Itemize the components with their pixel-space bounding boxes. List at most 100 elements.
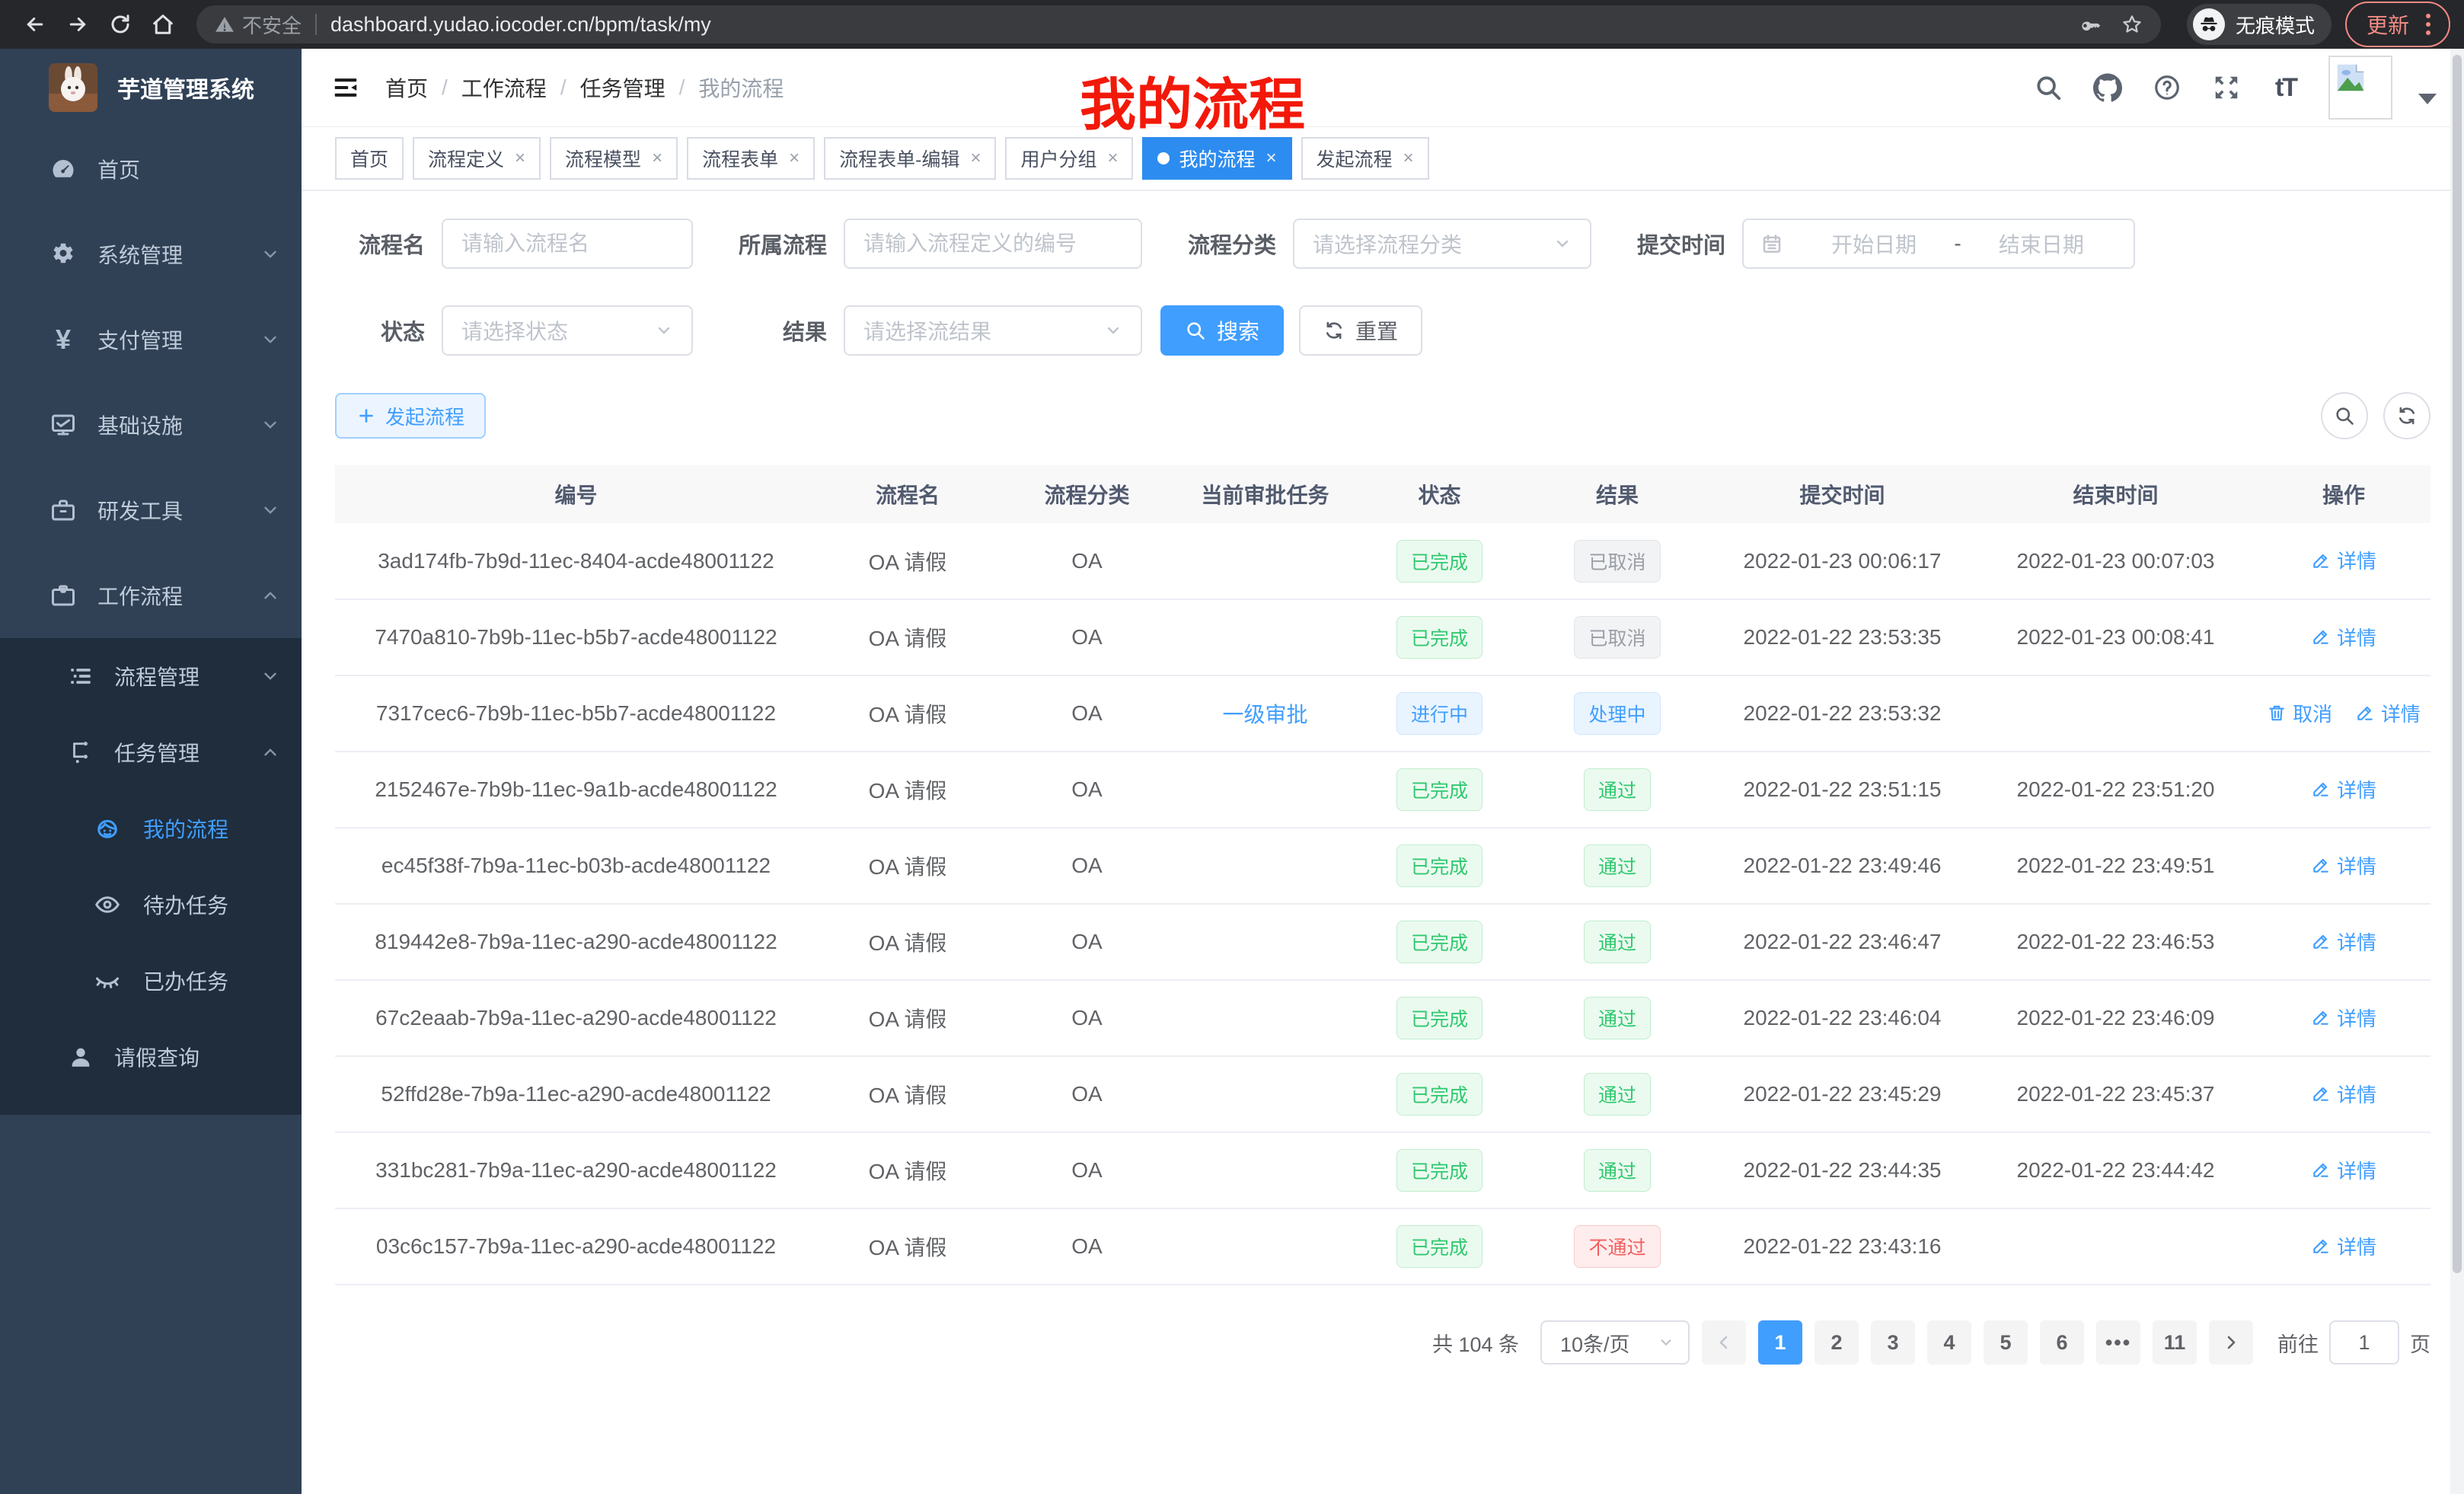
page-button-5[interactable]: 5: [1984, 1320, 2028, 1365]
refresh-button[interactable]: [2383, 392, 2430, 439]
breadcrumb-home[interactable]: 首页: [385, 72, 428, 103]
search-icon[interactable]: [2032, 71, 2065, 104]
result-badge: 处理中: [1574, 692, 1660, 735]
tab-process-definition[interactable]: 流程定义×: [413, 137, 541, 180]
start-process-button[interactable]: 发起流程: [335, 393, 486, 439]
scrollbar-thumb[interactable]: [2453, 55, 2462, 1273]
prev-page-button[interactable]: [1702, 1320, 1746, 1365]
page-button-6[interactable]: 6: [2040, 1320, 2084, 1365]
sidebar-item-leave-query[interactable]: 请假查询: [0, 1019, 302, 1095]
result-select[interactable]: 请选择流结果: [844, 305, 1142, 356]
sidebar-item-label: 已办任务: [143, 966, 280, 996]
main-area: 我的流程 首页 / 工作流程 / 任务管理 / 我的流程: [302, 49, 2464, 1494]
detail-link[interactable]: 详情: [2311, 927, 2376, 956]
category-select[interactable]: 请选择流程分类: [1293, 219, 1591, 269]
status-badge: 已完成: [1396, 540, 1483, 583]
breadcrumb-task-mgmt[interactable]: 任务管理: [580, 72, 665, 103]
avatar-dropdown-caret[interactable]: [2418, 94, 2437, 104]
browser-reload-icon[interactable]: [99, 8, 142, 41]
sidebar-item-payment[interactable]: ¥ 支付管理: [0, 297, 302, 382]
tab-home[interactable]: 首页: [335, 137, 404, 180]
breadcrumb-workflow[interactable]: 工作流程: [461, 72, 547, 103]
bookmark-star-icon[interactable]: [2121, 14, 2143, 35]
status-badge: 已完成: [1396, 768, 1483, 811]
sidebar-item-my-process[interactable]: 我的流程: [0, 790, 302, 867]
browser-menu-icon[interactable]: [2423, 12, 2434, 37]
sidebar-item-done-tasks[interactable]: 已办任务: [0, 943, 302, 1019]
detail-link[interactable]: 详情: [2311, 1004, 2376, 1032]
more-pages-button[interactable]: •••: [2096, 1320, 2140, 1365]
process-definition-input[interactable]: [844, 219, 1142, 269]
start-date-placeholder[interactable]: 开始日期: [1799, 228, 1949, 259]
tab-process-form[interactable]: 流程表单×: [687, 137, 815, 180]
tab-process-form-edit[interactable]: 流程表单-编辑×: [824, 137, 996, 180]
goto-page-input[interactable]: [2329, 1320, 2399, 1365]
app-logo: [49, 63, 97, 112]
security-warning-icon[interactable]: [215, 14, 235, 34]
next-page-button[interactable]: [2209, 1320, 2253, 1365]
cell-submit-time: 2022-01-22 23:53:35: [1710, 599, 1974, 675]
browser-home-icon[interactable]: [142, 8, 184, 41]
detail-link[interactable]: 详情: [2311, 851, 2376, 879]
sidebar-item-dev-tools[interactable]: 研发工具: [0, 468, 302, 553]
detail-link[interactable]: 详情: [2311, 1080, 2376, 1108]
sidebar-item-todo-tasks[interactable]: 待办任务: [0, 867, 302, 943]
update-label[interactable]: 更新: [2367, 9, 2409, 40]
detail-link[interactable]: 详情: [2311, 775, 2376, 803]
close-icon[interactable]: ×: [1266, 148, 1277, 169]
close-icon[interactable]: ×: [1403, 148, 1414, 169]
sidebar-item-home[interactable]: 首页: [0, 126, 302, 212]
sidebar-item-workflow[interactable]: 工作流程: [0, 553, 302, 638]
close-icon[interactable]: ×: [515, 148, 525, 169]
sidebar-fold-icon[interactable]: [327, 69, 364, 106]
page-button-3[interactable]: 3: [1871, 1320, 1915, 1365]
tab-my-process[interactable]: 我的流程×: [1142, 137, 1291, 180]
detail-link[interactable]: 详情: [2311, 1232, 2376, 1260]
page-button-1[interactable]: 1: [1758, 1320, 1802, 1365]
detail-link[interactable]: 详情: [2311, 546, 2376, 574]
tab-start-process[interactable]: 发起流程×: [1301, 137, 1429, 180]
process-name-input[interactable]: [442, 219, 693, 269]
sidebar-item-infrastructure[interactable]: 基础设施: [0, 382, 302, 468]
cell-task: [1176, 904, 1355, 980]
sidebar-item-task-mgmt[interactable]: 任务管理: [0, 714, 302, 790]
sidebar-item-system[interactable]: 系统管理: [0, 212, 302, 297]
scrollbar[interactable]: [2450, 49, 2464, 1494]
end-date-placeholder[interactable]: 结束日期: [1966, 228, 2117, 259]
app-logo-row[interactable]: 芋道管理系统: [0, 49, 302, 126]
address-bar[interactable]: 不安全 dashboard.yudao.iocoder.cn/bpm/task/…: [196, 5, 2161, 43]
status-select[interactable]: 请选择状态: [442, 305, 693, 356]
avatar[interactable]: [2328, 56, 2392, 120]
submit-time-range-picker[interactable]: 开始日期 - 结束日期: [1742, 219, 2135, 269]
sidebar-item-process-mgmt[interactable]: 流程管理: [0, 638, 302, 714]
page-button-4[interactable]: 4: [1927, 1320, 1971, 1365]
page-button-2[interactable]: 2: [1814, 1320, 1859, 1365]
close-icon[interactable]: ×: [1107, 148, 1118, 169]
github-icon[interactable]: [2091, 71, 2124, 104]
browser-forward-icon[interactable]: [56, 8, 99, 41]
page-button-11[interactable]: 11: [2153, 1320, 2197, 1365]
close-icon[interactable]: ×: [652, 148, 662, 169]
cell-submit-time: 2022-01-22 23:49:46: [1710, 828, 1974, 904]
page-size-select[interactable]: 10条/页: [1540, 1320, 1690, 1365]
tab-user-group[interactable]: 用户分组×: [1005, 137, 1133, 180]
password-key-icon[interactable]: [2080, 14, 2102, 35]
close-icon[interactable]: ×: [970, 148, 981, 169]
browser-back-icon[interactable]: [14, 8, 56, 41]
detail-link[interactable]: 详情: [2311, 623, 2376, 651]
toggle-search-button[interactable]: [2321, 392, 2368, 439]
reset-button[interactable]: 重置: [1299, 305, 1422, 356]
search-button[interactable]: 搜索: [1160, 305, 1284, 356]
fullscreen-icon[interactable]: [2210, 71, 2243, 104]
font-size-icon[interactable]: tT: [2269, 71, 2303, 104]
detail-link[interactable]: 详情: [2355, 699, 2421, 727]
cancel-link[interactable]: 取消: [2267, 699, 2332, 727]
url-text[interactable]: dashboard.yudao.iocoder.cn/bpm/task/my: [330, 13, 2068, 37]
detail-link[interactable]: 详情: [2311, 1156, 2376, 1184]
tab-process-model[interactable]: 流程模型×: [550, 137, 678, 180]
browser-update-button[interactable]: 更新: [2345, 2, 2450, 47]
current-task-link[interactable]: 一级审批: [1222, 703, 1307, 726]
close-icon[interactable]: ×: [789, 148, 800, 169]
help-icon[interactable]: [2150, 71, 2184, 104]
flow-tree-icon: [67, 739, 94, 766]
